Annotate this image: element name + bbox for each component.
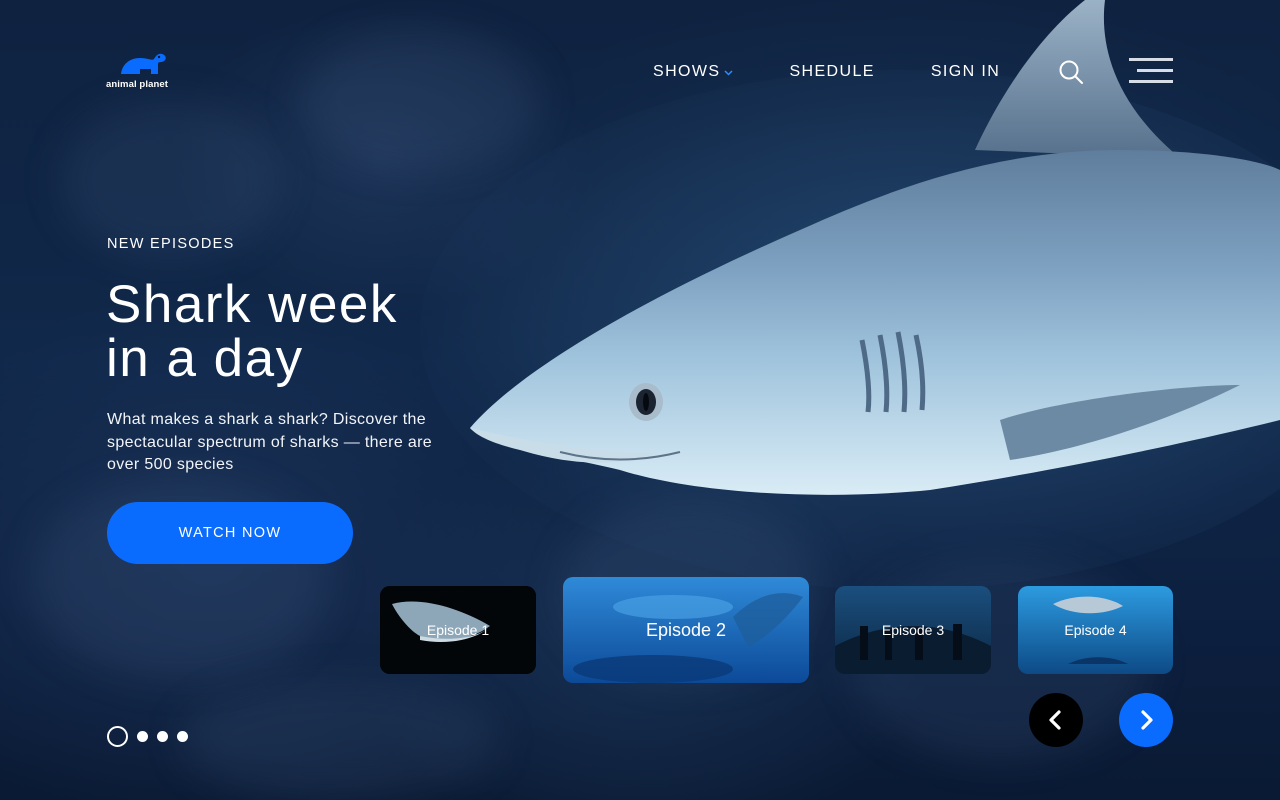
episode-card-1[interactable]: Episode 1 xyxy=(380,586,536,674)
menu-bar xyxy=(1129,58,1173,61)
search-button[interactable] xyxy=(1058,59,1084,85)
menu-bar xyxy=(1129,80,1173,83)
episode-card-4[interactable]: Episode 4 xyxy=(1018,586,1173,674)
hero-kicker: NEW EPISODES xyxy=(107,236,235,252)
watch-now-button[interactable]: WATCH NOW xyxy=(107,502,353,564)
brand-name: animal planet xyxy=(106,79,169,90)
elephant-logo-icon xyxy=(121,53,166,74)
pagination-dot-3[interactable] xyxy=(157,730,168,742)
chevron-left-icon xyxy=(1049,710,1061,730)
episode-label: Episode 2 xyxy=(645,619,727,640)
episode-card-3[interactable]: Episode 3 xyxy=(835,586,991,674)
episode-label: Episode 1 xyxy=(426,622,490,638)
hero-title-line2: in a day xyxy=(106,329,304,388)
nav-item-shows[interactable]: SHOWS xyxy=(653,63,733,81)
brand-logo[interactable]: animal planet xyxy=(106,52,176,92)
chevron-right-icon xyxy=(1141,710,1153,730)
nav-item-label: SHEDULE xyxy=(789,63,875,80)
episode-label: Episode 4 xyxy=(1064,622,1127,638)
menu-bar xyxy=(1137,69,1173,72)
main-nav: SHOWS SHEDULE SIGN IN xyxy=(653,60,1000,84)
carousel-pagination xyxy=(107,725,197,747)
pagination-dot-2[interactable] xyxy=(137,730,148,742)
nav-item-shedule[interactable]: SHEDULE xyxy=(789,63,874,81)
hero-title-line1: Shark week xyxy=(106,275,398,334)
carousel-prev-button[interactable] xyxy=(1029,693,1083,747)
nav-item-label: SIGN IN xyxy=(930,63,1001,80)
nav-item-sign-in[interactable]: SIGN IN xyxy=(931,63,1000,81)
hero-title: Shark week in a day xyxy=(106,278,506,386)
hero-description: What makes a shark a shark? Discover the… xyxy=(107,411,433,473)
pagination-dot-1[interactable] xyxy=(107,725,128,747)
episode-card-2[interactable]: Episode 2 xyxy=(563,577,809,683)
search-icon xyxy=(1059,60,1083,84)
hamburger-menu-button[interactable] xyxy=(1129,57,1173,85)
pagination-dot-4[interactable] xyxy=(177,730,188,742)
chevron-down-icon xyxy=(724,70,733,76)
carousel-next-button[interactable] xyxy=(1119,693,1173,747)
episode-label: Episode 3 xyxy=(881,622,945,638)
nav-item-label: SHOWS xyxy=(653,63,721,80)
